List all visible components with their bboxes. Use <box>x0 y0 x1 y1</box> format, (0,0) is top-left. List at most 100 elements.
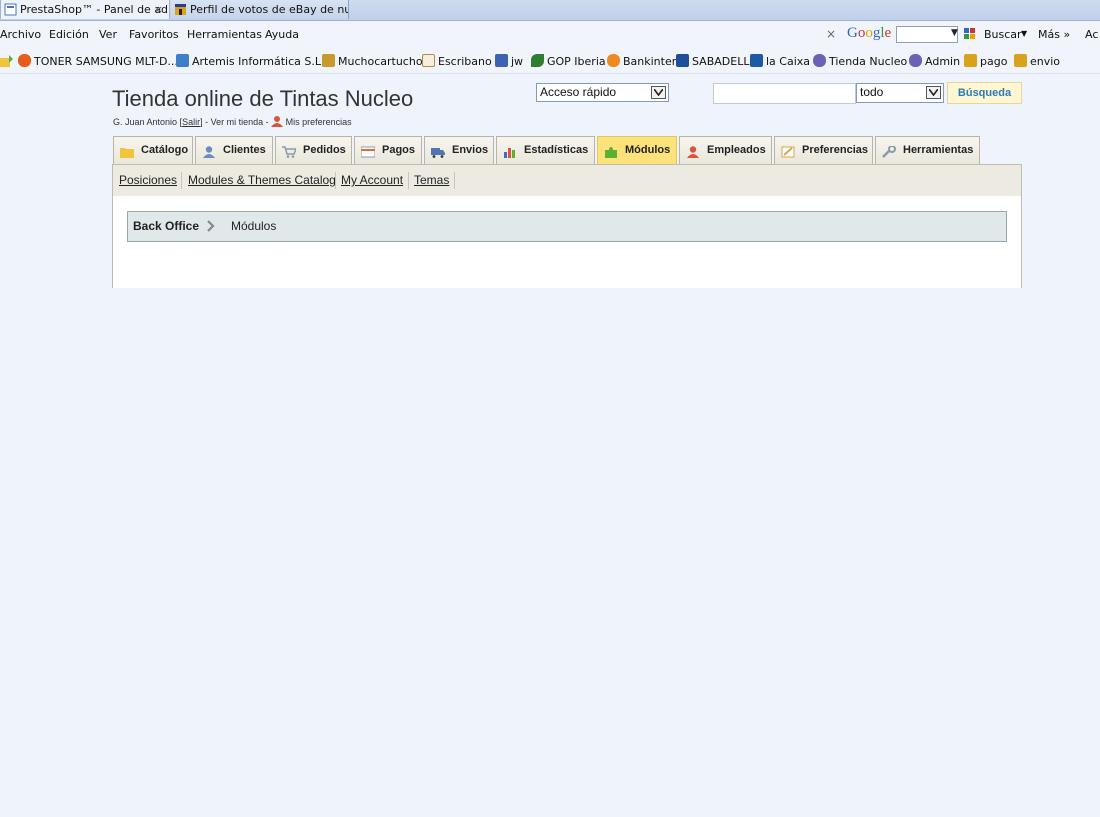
employee-icon <box>687 146 699 158</box>
search-button[interactable]: Búsqueda <box>947 82 1022 104</box>
preferences-icon <box>781 146 795 158</box>
favorite-item[interactable]: Escribano <box>422 54 492 68</box>
gop-icon <box>531 54 544 67</box>
menu-edicion[interactable]: Edición <box>49 28 89 41</box>
divider <box>181 172 182 189</box>
folder-icon <box>120 148 134 158</box>
favorite-item[interactable]: Admin <box>909 54 960 68</box>
preferences-link[interactable]: Mis preferencias <box>286 117 352 127</box>
tab-pagos[interactable]: Pagos <box>354 136 422 165</box>
google-toolbar: × Google ▼ Buscar ▼ Más » Ac <box>820 24 1100 45</box>
breadcrumb: Back Office Módulos <box>127 211 1007 242</box>
chevron-down-icon[interactable]: ▼ <box>951 28 958 38</box>
puzzle-icon <box>605 147 617 158</box>
chevron-down-icon <box>651 86 666 99</box>
favorite-item[interactable]: SABADELL <box>676 54 749 68</box>
user-name: G. Juan Antonio <box>113 117 178 127</box>
view-shop-link[interactable]: Ver mi tienda <box>211 117 264 127</box>
favorite-item[interactable]: Tienda Nucleo <box>813 54 907 68</box>
escribano-icon <box>422 54 435 67</box>
menu-bar: Archivo Edición Ver Favoritos Herramient… <box>0 22 1100 47</box>
subtab-posiciones[interactable]: Posiciones <box>119 173 177 187</box>
favorite-item[interactable]: TONER SAMSUNG MLT-D... <box>18 54 178 68</box>
subtab-modules-themes-catalog[interactable]: Modules & Themes Catalog <box>188 173 336 187</box>
add-favorite-icon[interactable] <box>0 55 13 68</box>
payment-icon <box>361 146 375 158</box>
favorite-item[interactable]: GOP Iberia <box>531 54 606 68</box>
quick-access-select[interactable]: Acceso rápido <box>536 83 669 102</box>
jw-icon <box>495 54 508 67</box>
close-toolbar-icon[interactable]: × <box>826 27 836 41</box>
sub-tabs: Posiciones Modules & Themes Catalog My A… <box>112 164 1022 197</box>
user-line: G. Juan Antonio [Salir] - Ver mi tienda … <box>113 116 352 127</box>
tab-catalogo[interactable]: Catálogo <box>113 136 193 165</box>
ebay-icon <box>1014 54 1027 67</box>
search-icon <box>964 28 975 39</box>
divider <box>335 172 336 189</box>
chevron-down-icon <box>926 86 941 99</box>
breadcrumb-current: Módulos <box>231 219 277 233</box>
quick-access-label: Acceso rápido <box>540 85 617 99</box>
tab-herramientas[interactable]: Herramientas <box>875 136 980 165</box>
chevron-right-icon <box>207 220 215 235</box>
ebay-icon <box>964 54 977 67</box>
browser-tab-title: Perfil de votos de eBay de nucl... <box>190 3 348 16</box>
menu-archivo[interactable]: Archivo <box>0 28 41 41</box>
menu-ayuda[interactable]: Ayuda <box>265 28 299 41</box>
toolbar-truncated-item[interactable]: Ac <box>1085 28 1098 41</box>
close-tab-icon[interactable]: × <box>154 0 163 19</box>
user-icon <box>271 116 284 127</box>
cartridge-icon <box>322 54 335 67</box>
subtab-temas[interactable]: Temas <box>414 173 449 187</box>
shop-title: Tienda online de Tintas Nucleo <box>112 86 414 111</box>
chevron-down-icon[interactable]: ▼ <box>1021 29 1027 38</box>
stats-icon <box>504 148 515 158</box>
google-search-input[interactable] <box>896 26 958 43</box>
ebay-icon <box>175 4 186 15</box>
search-input[interactable] <box>713 83 856 104</box>
search-scope-select[interactable]: todo <box>856 83 944 103</box>
tab-pedidos[interactable]: Pedidos <box>275 136 352 165</box>
browser-tab-title: PrestaShop™ - Panel de ad... <box>20 3 170 16</box>
prestashop-icon <box>813 54 826 67</box>
favorite-item[interactable]: Artemis Informática S.L.U <box>176 54 333 68</box>
breadcrumb-root[interactable]: Back Office <box>133 219 199 233</box>
google-logo: Google <box>847 25 892 41</box>
favorite-item[interactable]: Muchocartucho <box>322 54 423 68</box>
lacaixa-icon <box>750 54 763 67</box>
favorite-item[interactable]: la Caixa <box>750 54 810 68</box>
divider <box>408 172 409 189</box>
menu-favoritos[interactable]: Favoritos <box>129 28 179 41</box>
favorite-item[interactable]: pago <box>964 54 1007 68</box>
favorites-bar: TONER SAMSUNG MLT-D... Artemis Informáti… <box>0 49 1100 74</box>
browser-tab-prestashop[interactable]: PrestaShop™ - Panel de ad... × <box>0 0 170 19</box>
tab-clientes[interactable]: Clientes <box>195 136 273 165</box>
tab-preferencias[interactable]: Preferencias <box>774 136 873 165</box>
menu-ver[interactable]: Ver <box>99 28 117 41</box>
tab-modulos[interactable]: Módulos <box>597 136 677 165</box>
google-search-button[interactable]: Buscar <box>984 28 1022 41</box>
search-scope-label: todo <box>860 85 884 99</box>
customer-icon <box>203 146 215 158</box>
browser-tab-bar: PrestaShop™ - Panel de ad... × Perfil de… <box>0 0 1100 21</box>
menu-herramientas[interactable]: Herramientas <box>187 28 262 41</box>
favorite-item[interactable]: jw <box>495 54 523 68</box>
truck-icon <box>431 148 445 158</box>
divider <box>454 172 455 189</box>
more-button[interactable]: Más » <box>1038 28 1070 41</box>
favorite-item[interactable]: envio <box>1014 54 1060 68</box>
prestashop-icon <box>909 54 922 67</box>
logout-link[interactable]: Salir <box>182 117 200 127</box>
favorite-item[interactable]: Bankinter <box>607 54 676 68</box>
ie-page-icon <box>176 54 189 67</box>
page-icon <box>4 3 17 16</box>
subtab-my-account[interactable]: My Account <box>341 173 403 187</box>
wrench-icon <box>882 146 896 158</box>
tab-estadisticas[interactable]: Estadísticas <box>496 136 595 165</box>
tab-envios[interactable]: Envios <box>424 136 494 165</box>
cart-icon <box>282 146 296 158</box>
content-panel <box>112 196 1022 288</box>
toner-icon <box>18 54 31 67</box>
browser-tab-ebay[interactable]: Perfil de votos de eBay de nucl... <box>171 0 349 19</box>
tab-empleados[interactable]: Empleados <box>679 136 772 165</box>
